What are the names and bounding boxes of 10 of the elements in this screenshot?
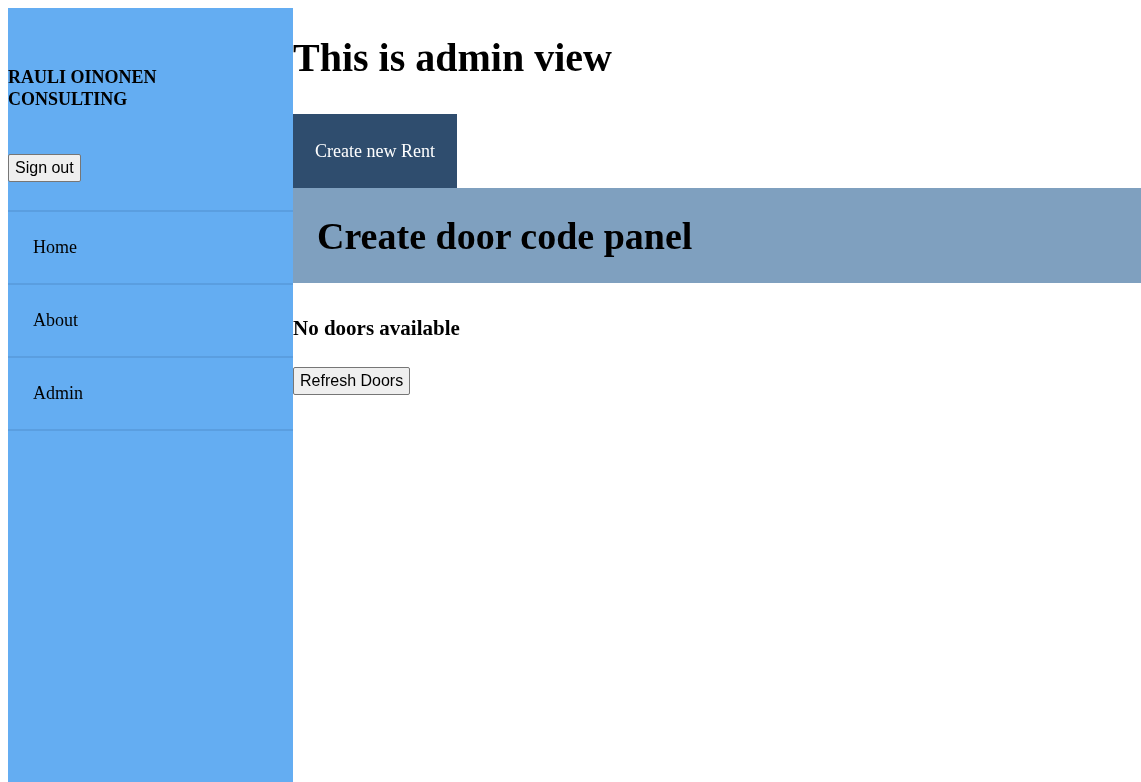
brand-name: RAULI OINONEN CONSULTING xyxy=(8,66,158,110)
refresh-doors-button[interactable]: Refresh Doors xyxy=(293,366,411,395)
nav-link[interactable]: Home xyxy=(33,234,77,261)
nav-link[interactable]: Admin xyxy=(33,380,83,407)
page-title: This is admin view xyxy=(293,38,613,78)
panel-title: Create door code panel xyxy=(317,216,693,255)
sign-out-button[interactable]: Sign out xyxy=(8,154,81,182)
nav-link[interactable]: About xyxy=(33,307,78,334)
tab[interactable]: Create new Rent xyxy=(293,114,457,188)
status-message: No doors available xyxy=(293,315,461,342)
